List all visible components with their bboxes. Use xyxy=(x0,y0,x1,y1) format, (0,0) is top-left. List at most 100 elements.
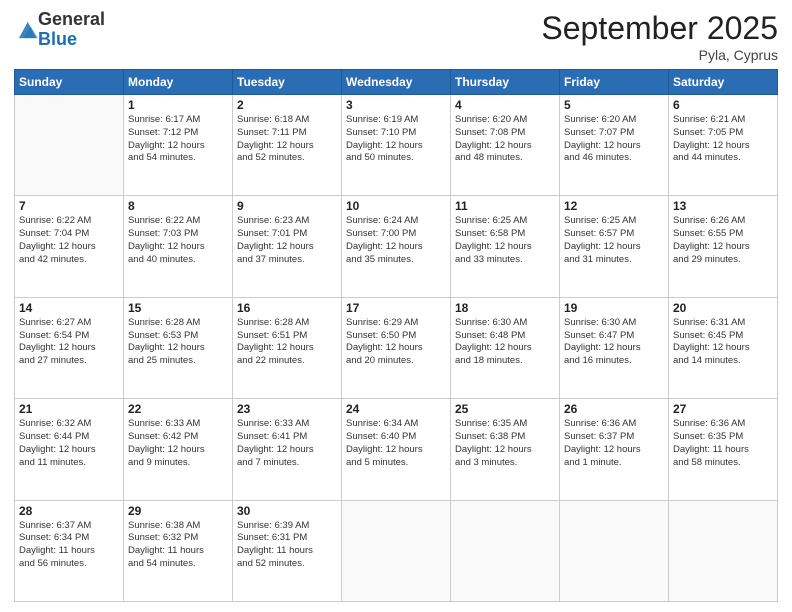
day-number: 19 xyxy=(564,301,664,315)
day-info: Sunrise: 6:30 AM Sunset: 6:47 PM Dayligh… xyxy=(564,317,664,368)
calendar-cell: 12 Sunrise: 6:25 AM Sunset: 6:57 PM Dayli… xyxy=(560,196,669,297)
calendar-cell xyxy=(15,95,124,196)
day-info: Sunrise: 6:33 AM Sunset: 6:41 PM Dayligh… xyxy=(237,418,337,469)
calendar-cell: 30 Sunrise: 6:39 AM Sunset: 6:31 PM Dayli… xyxy=(233,500,342,601)
calendar-cell: 27 Sunrise: 6:36 AM Sunset: 6:35 PM Dayli… xyxy=(669,399,778,500)
day-number: 16 xyxy=(237,301,337,315)
day-info: Sunrise: 6:22 AM Sunset: 7:03 PM Dayligh… xyxy=(128,215,228,266)
day-number: 9 xyxy=(237,199,337,213)
calendar-cell: 4 Sunrise: 6:20 AM Sunset: 7:08 PM Daylig… xyxy=(451,95,560,196)
calendar-cell: 18Sunrise: 6:30 AM Sunset: 6:48 PM Dayli… xyxy=(451,297,560,398)
calendar-cell: 22 Sunrise: 6:33 AM Sunset: 6:42 PM Dayli… xyxy=(124,399,233,500)
logo-text: General Blue xyxy=(38,10,105,50)
day-number: 14 xyxy=(19,301,119,315)
day-number: 10 xyxy=(346,199,446,213)
calendar-cell: 24Sunrise: 6:34 AM Sunset: 6:40 PM Dayli… xyxy=(342,399,451,500)
day-info: Sunrise: 6:37 AM Sunset: 6:34 PM Dayligh… xyxy=(19,520,119,571)
day-number: 20 xyxy=(673,301,773,315)
calendar-cell xyxy=(560,500,669,601)
calendar-cell: 9 Sunrise: 6:23 AM Sunset: 7:01 PM Daylig… xyxy=(233,196,342,297)
col-sunday: Sunday xyxy=(15,70,124,95)
col-thursday: Thursday xyxy=(451,70,560,95)
day-info: Sunrise: 6:28 AM Sunset: 6:51 PM Dayligh… xyxy=(237,317,337,368)
calendar-cell: 26 Sunrise: 6:36 AM Sunset: 6:37 PM Dayli… xyxy=(560,399,669,500)
day-info: Sunrise: 6:29 AM Sunset: 6:50 PM Dayligh… xyxy=(346,317,446,368)
calendar-cell: 3 Sunrise: 6:19 AM Sunset: 7:10 PM Daylig… xyxy=(342,95,451,196)
day-number: 1 xyxy=(128,98,228,112)
col-wednesday: Wednesday xyxy=(342,70,451,95)
calendar-header-row: Sunday Monday Tuesday Wednesday Thursday… xyxy=(15,70,778,95)
col-friday: Friday xyxy=(560,70,669,95)
calendar-table: Sunday Monday Tuesday Wednesday Thursday… xyxy=(14,69,778,602)
calendar-cell: 8 Sunrise: 6:22 AM Sunset: 7:03 PM Daylig… xyxy=(124,196,233,297)
day-info: Sunrise: 6:22 AM Sunset: 7:04 PM Dayligh… xyxy=(19,215,119,266)
calendar-week-4: 28 Sunrise: 6:37 AM Sunset: 6:34 PM Dayli… xyxy=(15,500,778,601)
day-info: Sunrise: 6:33 AM Sunset: 6:42 PM Dayligh… xyxy=(128,418,228,469)
calendar-cell: 6Sunrise: 6:21 AM Sunset: 7:05 PM Daylig… xyxy=(669,95,778,196)
logo-blue: Blue xyxy=(38,30,105,50)
calendar-cell: 15 Sunrise: 6:28 AM Sunset: 6:53 PM Dayli… xyxy=(124,297,233,398)
calendar-cell: 2Sunrise: 6:18 AM Sunset: 7:11 PM Daylig… xyxy=(233,95,342,196)
logo-general: General xyxy=(38,10,105,30)
col-tuesday: Tuesday xyxy=(233,70,342,95)
day-info: Sunrise: 6:35 AM Sunset: 6:38 PM Dayligh… xyxy=(455,418,555,469)
day-info: Sunrise: 6:34 AM Sunset: 6:40 PM Dayligh… xyxy=(346,418,446,469)
calendar-cell: 28 Sunrise: 6:37 AM Sunset: 6:34 PM Dayli… xyxy=(15,500,124,601)
day-number: 7 xyxy=(19,199,119,213)
day-info: Sunrise: 6:24 AM Sunset: 7:00 PM Dayligh… xyxy=(346,215,446,266)
day-info: Sunrise: 6:20 AM Sunset: 7:08 PM Dayligh… xyxy=(455,114,555,165)
month-year: September 2025 xyxy=(541,10,778,47)
day-info: Sunrise: 6:19 AM Sunset: 7:10 PM Dayligh… xyxy=(346,114,446,165)
calendar-cell xyxy=(451,500,560,601)
page: General Blue September 2025 Pyla, Cyprus… xyxy=(0,0,792,612)
calendar-cell: 7 Sunrise: 6:22 AM Sunset: 7:04 PM Daylig… xyxy=(15,196,124,297)
day-info: Sunrise: 6:27 AM Sunset: 6:54 PM Dayligh… xyxy=(19,317,119,368)
day-number: 29 xyxy=(128,504,228,518)
day-info: Sunrise: 6:39 AM Sunset: 6:31 PM Dayligh… xyxy=(237,520,337,571)
day-number: 12 xyxy=(564,199,664,213)
day-info: Sunrise: 6:31 AM Sunset: 6:45 PM Dayligh… xyxy=(673,317,773,368)
calendar-week-3: 21 Sunrise: 6:32 AM Sunset: 6:44 PM Dayli… xyxy=(15,399,778,500)
calendar-cell xyxy=(342,500,451,601)
day-number: 27 xyxy=(673,402,773,416)
day-info: Sunrise: 6:36 AM Sunset: 6:37 PM Dayligh… xyxy=(564,418,664,469)
day-number: 21 xyxy=(19,402,119,416)
day-number: 15 xyxy=(128,301,228,315)
day-number: 3 xyxy=(346,98,446,112)
calendar-cell: 20 Sunrise: 6:31 AM Sunset: 6:45 PM Dayli… xyxy=(669,297,778,398)
calendar-cell: 23Sunrise: 6:33 AM Sunset: 6:41 PM Dayli… xyxy=(233,399,342,500)
day-number: 26 xyxy=(564,402,664,416)
calendar-week-0: 1 Sunrise: 6:17 AM Sunset: 7:12 PM Daylig… xyxy=(15,95,778,196)
calendar-cell: 5 Sunrise: 6:20 AM Sunset: 7:07 PM Daylig… xyxy=(560,95,669,196)
day-info: Sunrise: 6:32 AM Sunset: 6:44 PM Dayligh… xyxy=(19,418,119,469)
calendar-cell: 16 Sunrise: 6:28 AM Sunset: 6:51 PM Dayli… xyxy=(233,297,342,398)
day-number: 28 xyxy=(19,504,119,518)
day-number: 5 xyxy=(564,98,664,112)
calendar-cell: 11Sunrise: 6:25 AM Sunset: 6:58 PM Dayli… xyxy=(451,196,560,297)
day-info: Sunrise: 6:25 AM Sunset: 6:58 PM Dayligh… xyxy=(455,215,555,266)
day-number: 22 xyxy=(128,402,228,416)
day-number: 30 xyxy=(237,504,337,518)
day-info: Sunrise: 6:23 AM Sunset: 7:01 PM Dayligh… xyxy=(237,215,337,266)
day-number: 2 xyxy=(237,98,337,112)
calendar-cell: 25 Sunrise: 6:35 AM Sunset: 6:38 PM Dayli… xyxy=(451,399,560,500)
day-number: 13 xyxy=(673,199,773,213)
day-info: Sunrise: 6:17 AM Sunset: 7:12 PM Dayligh… xyxy=(128,114,228,165)
day-number: 17 xyxy=(346,301,446,315)
calendar-week-1: 7 Sunrise: 6:22 AM Sunset: 7:04 PM Daylig… xyxy=(15,196,778,297)
day-info: Sunrise: 6:20 AM Sunset: 7:07 PM Dayligh… xyxy=(564,114,664,165)
day-number: 25 xyxy=(455,402,555,416)
col-saturday: Saturday xyxy=(669,70,778,95)
calendar-cell: 29Sunrise: 6:38 AM Sunset: 6:32 PM Dayli… xyxy=(124,500,233,601)
day-number: 4 xyxy=(455,98,555,112)
day-number: 8 xyxy=(128,199,228,213)
calendar-cell: 17 Sunrise: 6:29 AM Sunset: 6:50 PM Dayli… xyxy=(342,297,451,398)
calendar-cell: 14 Sunrise: 6:27 AM Sunset: 6:54 PM Dayli… xyxy=(15,297,124,398)
title-block: September 2025 Pyla, Cyprus xyxy=(541,10,778,63)
day-info: Sunrise: 6:28 AM Sunset: 6:53 PM Dayligh… xyxy=(128,317,228,368)
day-info: Sunrise: 6:36 AM Sunset: 6:35 PM Dayligh… xyxy=(673,418,773,469)
day-info: Sunrise: 6:25 AM Sunset: 6:57 PM Dayligh… xyxy=(564,215,664,266)
calendar-week-2: 14 Sunrise: 6:27 AM Sunset: 6:54 PM Dayli… xyxy=(15,297,778,398)
logo: General Blue xyxy=(14,10,105,50)
col-monday: Monday xyxy=(124,70,233,95)
